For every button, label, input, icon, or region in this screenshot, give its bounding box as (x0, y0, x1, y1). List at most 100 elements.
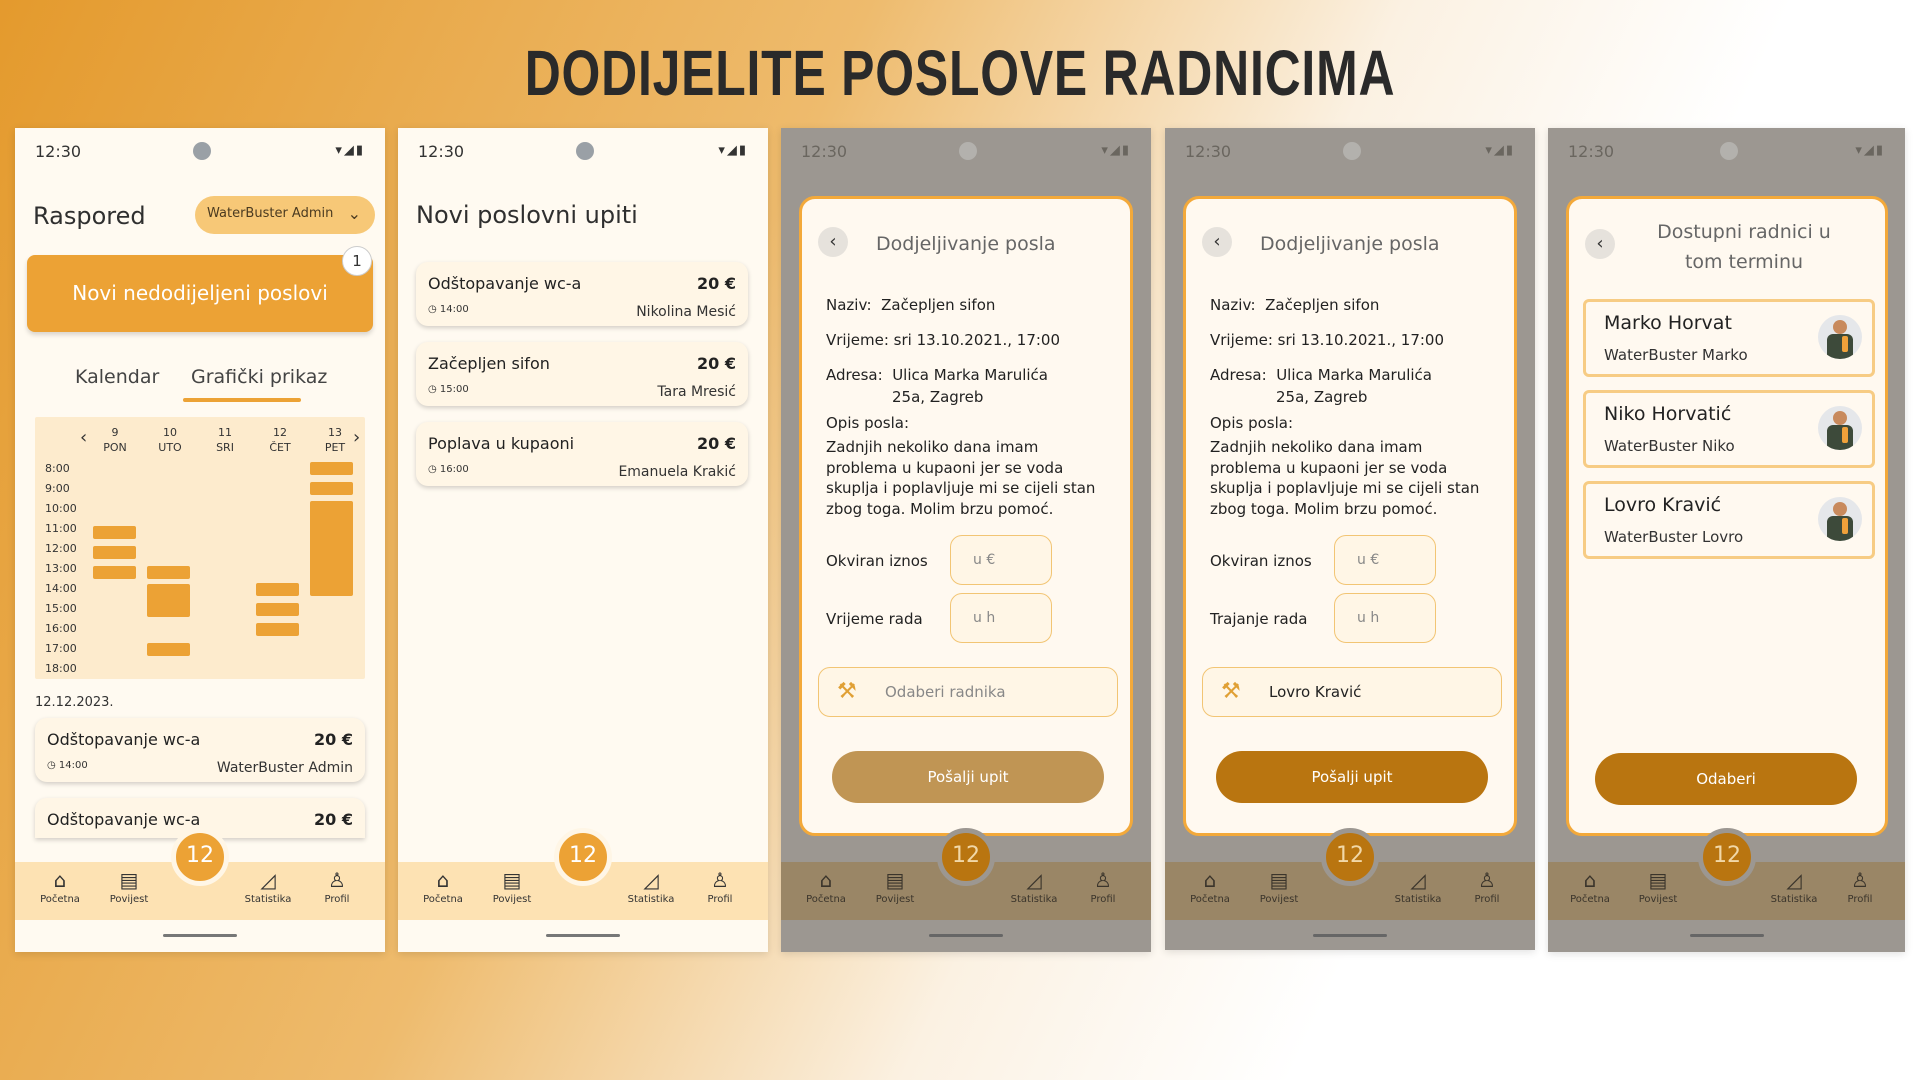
nav-home[interactable]: ⌂ Početna (796, 868, 856, 905)
event-block[interactable] (147, 566, 190, 579)
nav-history[interactable]: ▤ Povijest (865, 868, 925, 905)
camera-dot (1343, 142, 1361, 160)
prev-week-icon[interactable]: ‹ (80, 427, 87, 448)
nav-history[interactable]: ▤ Povijest (99, 868, 159, 905)
nav-history[interactable]: ▤ Povijest (1628, 868, 1688, 905)
worker-company: WaterBuster Lovro (1604, 528, 1744, 546)
event-block[interactable] (93, 526, 136, 539)
admin-dropdown[interactable]: WaterBuster Admin ⌄ (195, 196, 375, 234)
signal-icons: ▾◢▮ (335, 143, 365, 158)
event-block[interactable] (310, 462, 353, 475)
nav-profile[interactable]: ♙ Profil (1457, 868, 1517, 905)
status-time: 12:30 (801, 142, 848, 161)
nav-history[interactable]: ▤ Povijest (482, 868, 542, 905)
nav-history[interactable]: ▤ Povijest (1249, 868, 1309, 905)
amount-label: Okviran iznos (1210, 552, 1312, 570)
home-indicator (1313, 934, 1387, 937)
back-arrow-icon[interactable]: ‹ (1202, 227, 1232, 257)
nav-stats[interactable]: ◿ Statistika (1004, 868, 1064, 905)
event-block[interactable] (93, 546, 136, 559)
calendar-fab[interactable]: 12 (1321, 828, 1379, 886)
job-card[interactable]: Odštopavanje wc-a 20 € ◷ 14:00 WaterBust… (35, 718, 365, 782)
worker-card[interactable]: Niko Horvatić WaterBuster Niko (1583, 390, 1875, 468)
nav-profile[interactable]: ♙ Profil (307, 868, 367, 905)
request-card[interactable]: Poplava u kupaoni 20 € ◷ 16:00 Emanuela … (416, 422, 748, 486)
hour-label: 14:00 (45, 582, 77, 595)
nav-stats[interactable]: ◿ Statistika (621, 868, 681, 905)
event-block[interactable] (147, 584, 190, 617)
event-block[interactable] (256, 623, 299, 636)
clipboard-icon: ▤ (502, 868, 522, 892)
status-time: 12:30 (1185, 142, 1232, 161)
job-description-line: Zadnjih nekoliko dana imam (826, 438, 1039, 456)
duration-input[interactable]: u h (1334, 593, 1436, 643)
chart-icon: ◿ (1786, 868, 1802, 892)
job-price: 20 € (697, 274, 736, 293)
tab-graphic[interactable]: Grafički prikaz (191, 366, 327, 388)
event-block[interactable] (93, 566, 136, 579)
person-icon: ♙ (1478, 868, 1496, 892)
nav-profile[interactable]: ♙ Profil (690, 868, 750, 905)
worker-name: Marko Horvat (1604, 312, 1732, 334)
event-block[interactable] (256, 603, 299, 616)
hour-label: 16:00 (45, 622, 77, 635)
nav-profile[interactable]: ♙ Profil (1073, 868, 1133, 905)
job-description-label: Opis posla: (826, 414, 910, 432)
headline: DODIJELITE POSLOVE RADNICIMA (524, 37, 1396, 109)
nav-home[interactable]: ⌂ Početna (413, 868, 473, 905)
amount-input[interactable]: u € (1334, 535, 1436, 585)
person-icon: ♙ (328, 868, 346, 892)
worker-name: Niko Horvatić (1604, 403, 1732, 425)
event-block[interactable] (310, 482, 353, 495)
job-address-row: Adresa: Ulica Marka Marulića (826, 366, 1048, 384)
calendar-fab[interactable]: 12 (1698, 828, 1756, 886)
nav-stats[interactable]: ◿ Statistika (238, 868, 298, 905)
status-bar: 12:30 ▾◢▮ (781, 128, 1151, 174)
phone-schedule: 12:30 ▾◢▮ Raspored WaterBuster Admin ⌄ N… (15, 128, 385, 952)
nav-stats[interactable]: ◿ Statistika (1764, 868, 1824, 905)
calendar-icon: 12 (952, 843, 980, 868)
worker-card[interactable]: Marko Horvat WaterBuster Marko (1583, 299, 1875, 377)
event-block[interactable] (147, 643, 190, 656)
calendar-fab[interactable]: 12 (937, 828, 995, 886)
chosen-worker-field[interactable]: ⚒ Lovro Kravić (1202, 667, 1502, 717)
calendar-icon: 12 (186, 843, 214, 868)
request-card[interactable]: Odštopavanje wc-a 20 € ◷ 14:00 Nikolina … (416, 262, 748, 326)
work-time-label: Vrijeme rada (826, 610, 923, 628)
job-time: ◷ 16:00 (428, 464, 469, 475)
person-icon: ♙ (1094, 868, 1112, 892)
nav-home[interactable]: ⌂ Početna (1560, 868, 1620, 905)
request-card[interactable]: Začepljen sifon 20 € ◷ 15:00 Tara Mresić (416, 342, 748, 406)
job-time: ◷ 15:00 (428, 384, 469, 395)
home-icon: ⌂ (1203, 868, 1217, 892)
calendar-fab[interactable]: 12 (171, 828, 229, 886)
choose-worker-placeholder: Odaberi radnika (885, 683, 1006, 701)
nav-home[interactable]: ⌂ Početna (30, 868, 90, 905)
back-arrow-icon[interactable]: ‹ (818, 227, 848, 257)
nav-profile[interactable]: ♙ Profil (1830, 868, 1890, 905)
choose-worker-field[interactable]: ⚒ Odaberi radnika (818, 667, 1118, 717)
nav-stats[interactable]: ◿ Statistika (1388, 868, 1448, 905)
event-block[interactable] (310, 501, 353, 596)
event-block[interactable] (256, 583, 299, 596)
camera-dot (1720, 142, 1738, 160)
day-header: 9 PON (103, 426, 127, 454)
choose-button[interactable]: Odaberi (1595, 753, 1857, 805)
amount-input[interactable]: u € (950, 535, 1052, 585)
hour-label: 17:00 (45, 642, 77, 655)
workers-dialog: ‹ Dostupni radnici u tom terminu Marko H… (1566, 196, 1888, 836)
send-request-button[interactable]: Pošalji upit (832, 751, 1104, 803)
send-request-button[interactable]: Pošalji upit (1216, 751, 1488, 803)
job-description-line: problema u kupaoni jer se voda (1210, 459, 1448, 477)
chart-icon: ◿ (1410, 868, 1426, 892)
worker-card[interactable]: Lovro Kravić WaterBuster Lovro (1583, 481, 1875, 559)
work-time-input[interactable]: u h (950, 593, 1052, 643)
job-name: Odštopavanje wc-a (47, 730, 201, 749)
unassigned-jobs-button[interactable]: Novi nedodijeljeni poslovi (27, 255, 373, 332)
status-bar: 12:30 ▾◢▮ (15, 128, 385, 174)
tab-calendar[interactable]: Kalendar (75, 366, 159, 388)
camera-dot (576, 142, 594, 160)
nav-home[interactable]: ⌂ Početna (1180, 868, 1240, 905)
job-description-line: zbog toga. Molim brzu pomoć. (1210, 500, 1438, 518)
calendar-fab[interactable]: 12 (554, 828, 612, 886)
